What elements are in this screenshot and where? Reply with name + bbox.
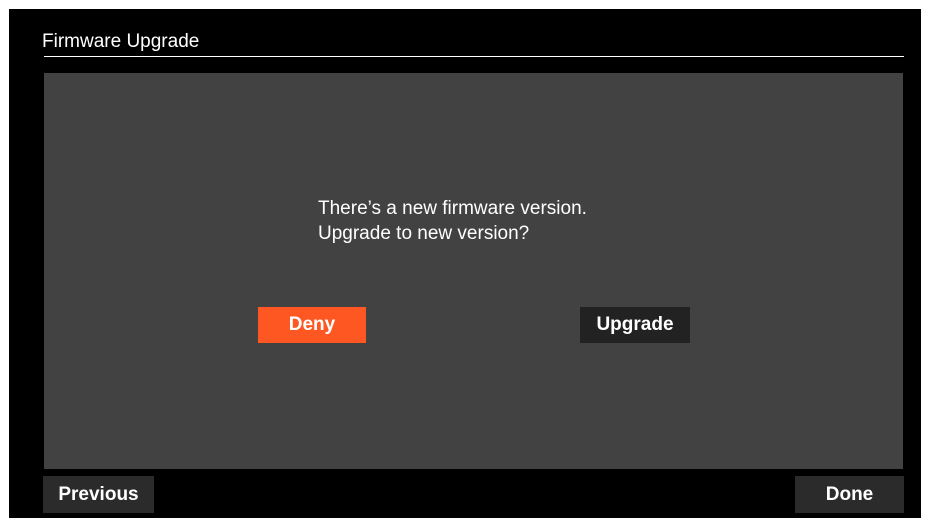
- dialog-message: There’s a new firmware version. Upgrade …: [318, 196, 587, 246]
- message-line-1: There’s a new firmware version.: [318, 198, 587, 219]
- done-button[interactable]: Done: [795, 476, 904, 513]
- app-screen: Firmware Upgrade There’s a new firmware …: [9, 9, 921, 518]
- title-divider: [44, 56, 904, 57]
- upgrade-button[interactable]: Upgrade: [580, 307, 690, 343]
- message-line-2: Upgrade to new version?: [318, 223, 530, 244]
- previous-button[interactable]: Previous: [43, 476, 154, 513]
- deny-button[interactable]: Deny: [258, 307, 366, 343]
- page-title: Firmware Upgrade: [42, 31, 200, 52]
- dialog-panel: There’s a new firmware version. Upgrade …: [44, 73, 903, 469]
